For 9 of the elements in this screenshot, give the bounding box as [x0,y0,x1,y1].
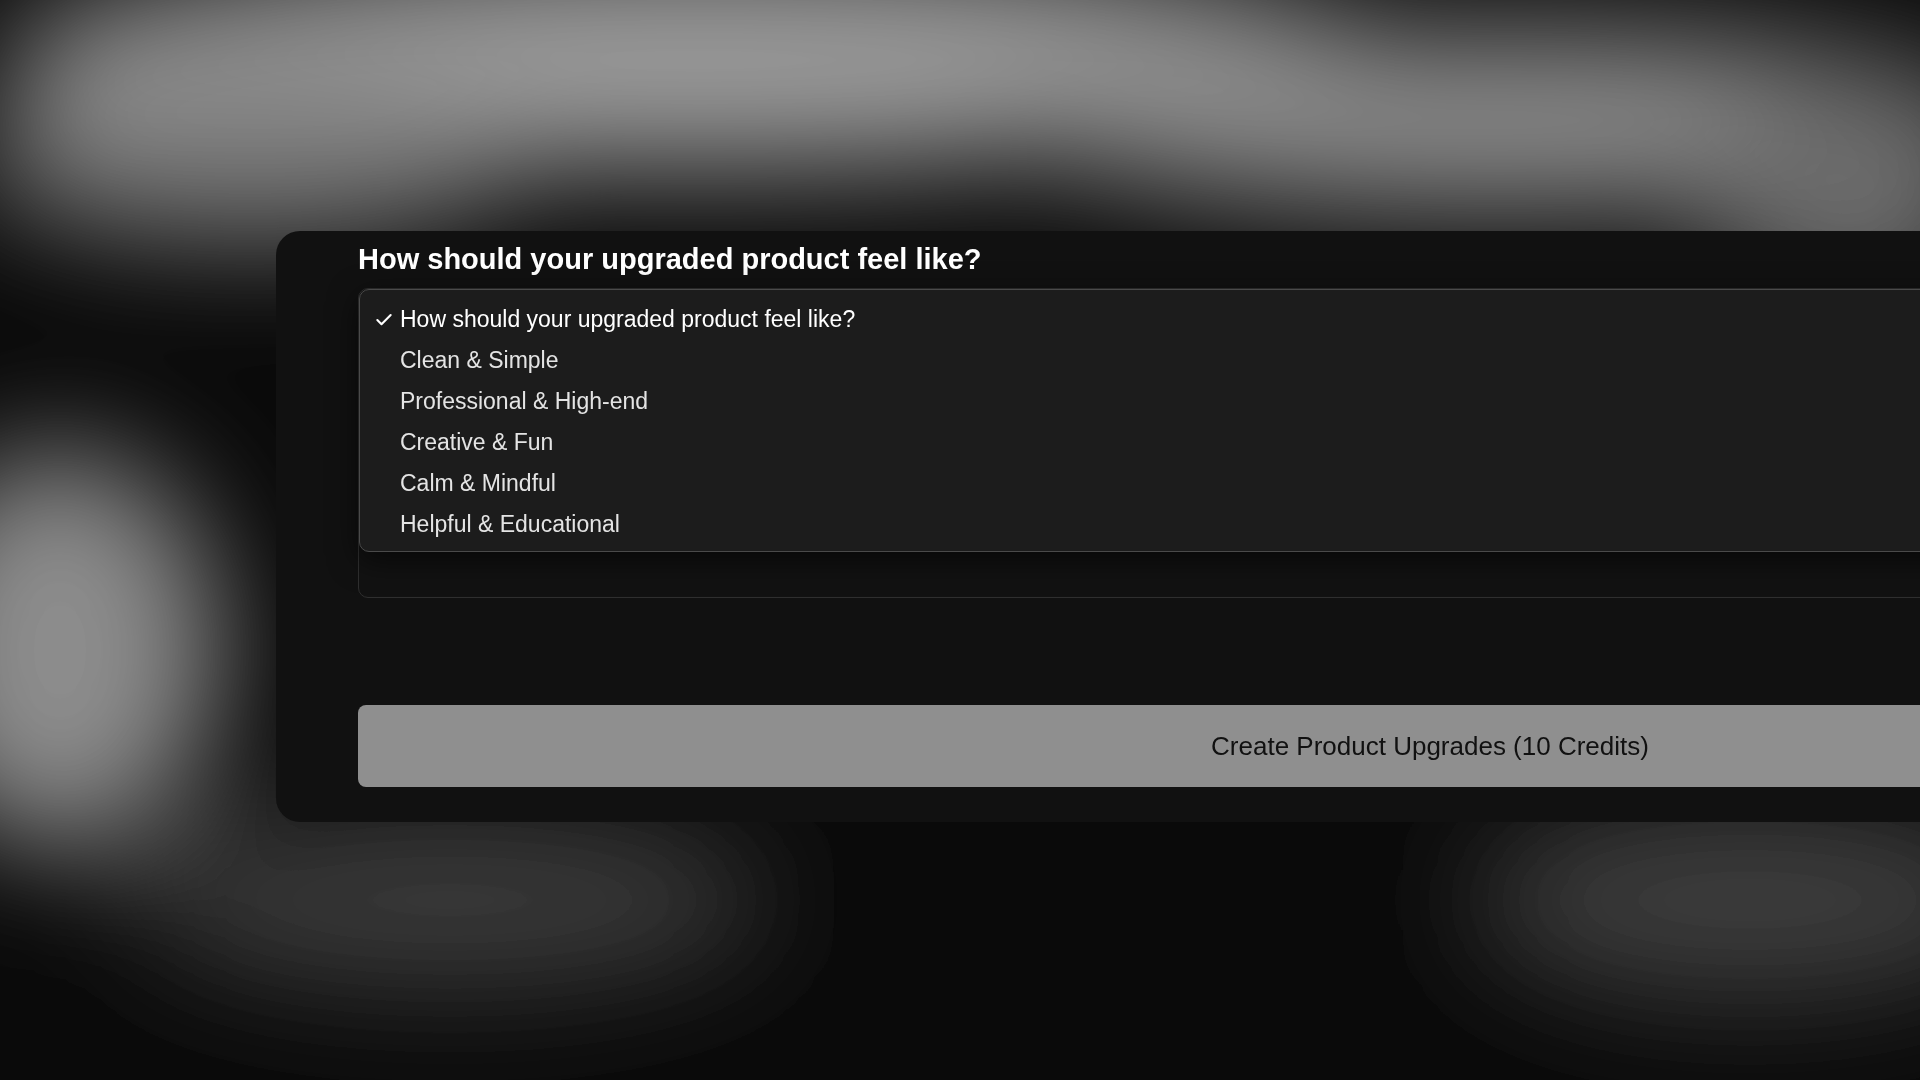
dropdown-option[interactable]: Helpful & Educational [360,504,1920,545]
dropdown-option[interactable]: Creative & Fun [360,422,1920,463]
dropdown-option[interactable]: How should your upgraded product feel like? [360,299,1920,340]
question-title: How should your upgraded product feel like? [358,242,983,277]
select-field[interactable]: How should your upgraded product feel like? Clean & Simple Professional & High-end Creative & Fun Calm & Mindful Helpful & Educational [358,288,1920,598]
create-button[interactable]: Create Product Upgrades (10 Credits) [358,705,1920,787]
dropdown-option[interactable]: Clean & Simple [360,340,1920,381]
dropdown-option[interactable]: Professional & High-end [360,381,1920,422]
dropdown-option[interactable]: Calm & Mindful [360,463,1920,504]
